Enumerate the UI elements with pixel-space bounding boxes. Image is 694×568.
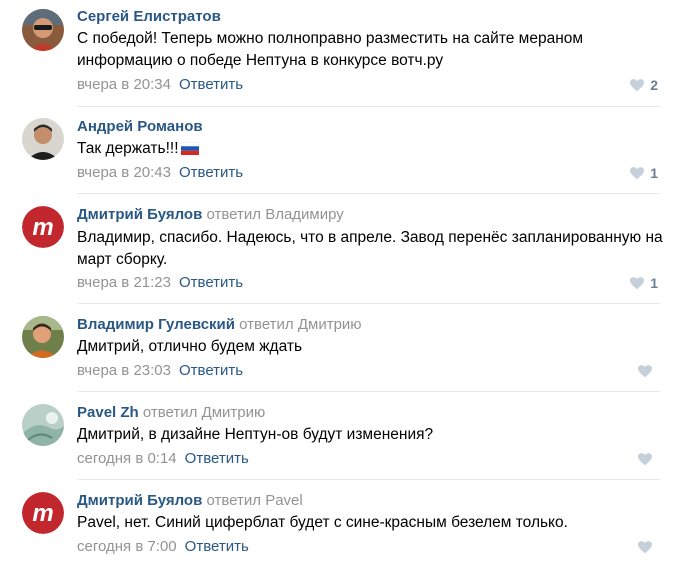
comment-header: Дмитрий Буялов ответил Pavel (77, 492, 303, 510)
svg-text:m: m (32, 500, 53, 527)
author-name[interactable]: Дмитрий Буялов (77, 206, 202, 223)
avatar[interactable] (22, 9, 64, 51)
svg-text:m: m (32, 214, 53, 241)
comment-date[interactable]: вчера в 20:34 (77, 76, 171, 93)
replied-label: ответил (206, 206, 262, 223)
comment-text-content: Так держать!!! (77, 140, 179, 157)
like-button[interactable] (638, 362, 658, 380)
comment-header: Сергей Елистратов (77, 8, 221, 26)
heart-icon (630, 276, 645, 289)
comment-header: Владимир Гулевский ответил Дмитрию (77, 316, 362, 334)
like-count: 1 (650, 275, 658, 291)
reply-to-name[interactable]: Дмитрию (298, 316, 362, 333)
comment-item: m Дмитрий Буялов ответил Владимиру Влади… (0, 194, 694, 302)
like-button[interactable]: 2 (630, 76, 658, 94)
replied-label: ответил (206, 492, 262, 509)
comment-date[interactable]: вчера в 21:23 (77, 274, 171, 291)
comment-date[interactable]: вчера в 23:03 (77, 362, 171, 379)
reply-button[interactable]: Ответить (185, 538, 249, 555)
comment-text: Дмитрий, отлично будем ждать (77, 338, 303, 355)
author-name[interactable]: Сергей Елистратов (77, 8, 221, 25)
avatar[interactable] (22, 118, 64, 160)
comment-header: Pavel Zh ответил Дмитрию (77, 404, 265, 422)
reply-to-name[interactable]: Дмитрию (202, 404, 266, 421)
comment-item: Андрей Романов Так держать!!! вчера в 20… (0, 107, 694, 193)
comment-meta: вчера в 20:43 Ответить (77, 164, 243, 182)
like-count: 1 (650, 165, 658, 181)
comment-header: Дмитрий Буялов ответил Владимиру (77, 206, 344, 224)
avatar[interactable] (22, 404, 64, 446)
comment-meta: вчера в 20:34 Ответить (77, 76, 243, 94)
like-button[interactable]: 1 (630, 164, 658, 182)
comment-meta: вчера в 23:03 Ответить (77, 362, 243, 380)
avatar[interactable]: m (22, 492, 64, 534)
reply-button[interactable]: Ответить (179, 274, 243, 291)
russia-flag-icon (180, 142, 199, 155)
heart-icon (638, 364, 652, 377)
comment-text: Владимир, спасибо. Надеюсь, что в апреле… (77, 229, 663, 268)
comment-meta: сегодня в 0:14 Ответить (77, 450, 249, 468)
comment-text: Дмитрий, в дизайне Нептун-ов будут измен… (77, 426, 434, 443)
reply-to-name[interactable]: Владимиру (265, 206, 344, 223)
author-name[interactable]: Дмитрий Буялов (77, 492, 202, 509)
reply-button[interactable]: Ответить (179, 362, 243, 379)
comments-list: Сергей Елистратов С победой! Теперь можн… (0, 0, 694, 568)
heart-icon (630, 166, 645, 179)
comment-text: С победой! Теперь можно полноправно разм… (77, 30, 584, 69)
comment-text: Pavel, нет. Синий циферблат будет с сине… (77, 514, 568, 531)
heart-icon (638, 452, 652, 465)
avatar[interactable]: m (22, 206, 64, 248)
author-name[interactable]: Pavel Zh (77, 404, 139, 421)
author-name[interactable]: Владимир Гулевский (77, 316, 235, 333)
comment-date[interactable]: сегодня в 0:14 (77, 450, 177, 467)
comment-date[interactable]: вчера в 20:43 (77, 164, 171, 181)
comment-text: Так держать!!! (77, 138, 667, 160)
heart-icon (638, 540, 652, 553)
like-button[interactable] (638, 538, 658, 556)
author-name[interactable]: Андрей Романов (77, 118, 203, 135)
comment-meta: сегодня в 7:00 Ответить (77, 538, 249, 556)
replied-label: ответил (239, 316, 294, 333)
comment-meta: вчера в 21:23 Ответить (77, 274, 243, 292)
comment-item: Владимир Гулевский ответил Дмитрию Дмитр… (0, 304, 694, 390)
comment-item: Сергей Елистратов С победой! Теперь можн… (0, 0, 694, 106)
avatar[interactable] (22, 316, 64, 358)
reply-button[interactable]: Ответить (179, 76, 243, 93)
reply-button[interactable]: Ответить (185, 450, 249, 467)
comment-header: Андрей Романов (77, 118, 203, 136)
comment-item: Pavel Zh ответил Дмитрию Дмитрий, в диза… (0, 392, 694, 478)
like-count: 2 (650, 77, 658, 93)
reply-to-name[interactable]: Pavel (265, 492, 303, 509)
replied-label: ответил (142, 404, 198, 421)
comment-item: m Дмитрий Буялов ответил Pavel Pavel, не… (0, 480, 694, 568)
comment-date[interactable]: сегодня в 7:00 (77, 538, 177, 555)
reply-button[interactable]: Ответить (179, 164, 243, 181)
like-button[interactable]: 1 (630, 274, 658, 292)
like-button[interactable] (638, 450, 658, 468)
heart-icon (630, 78, 645, 91)
